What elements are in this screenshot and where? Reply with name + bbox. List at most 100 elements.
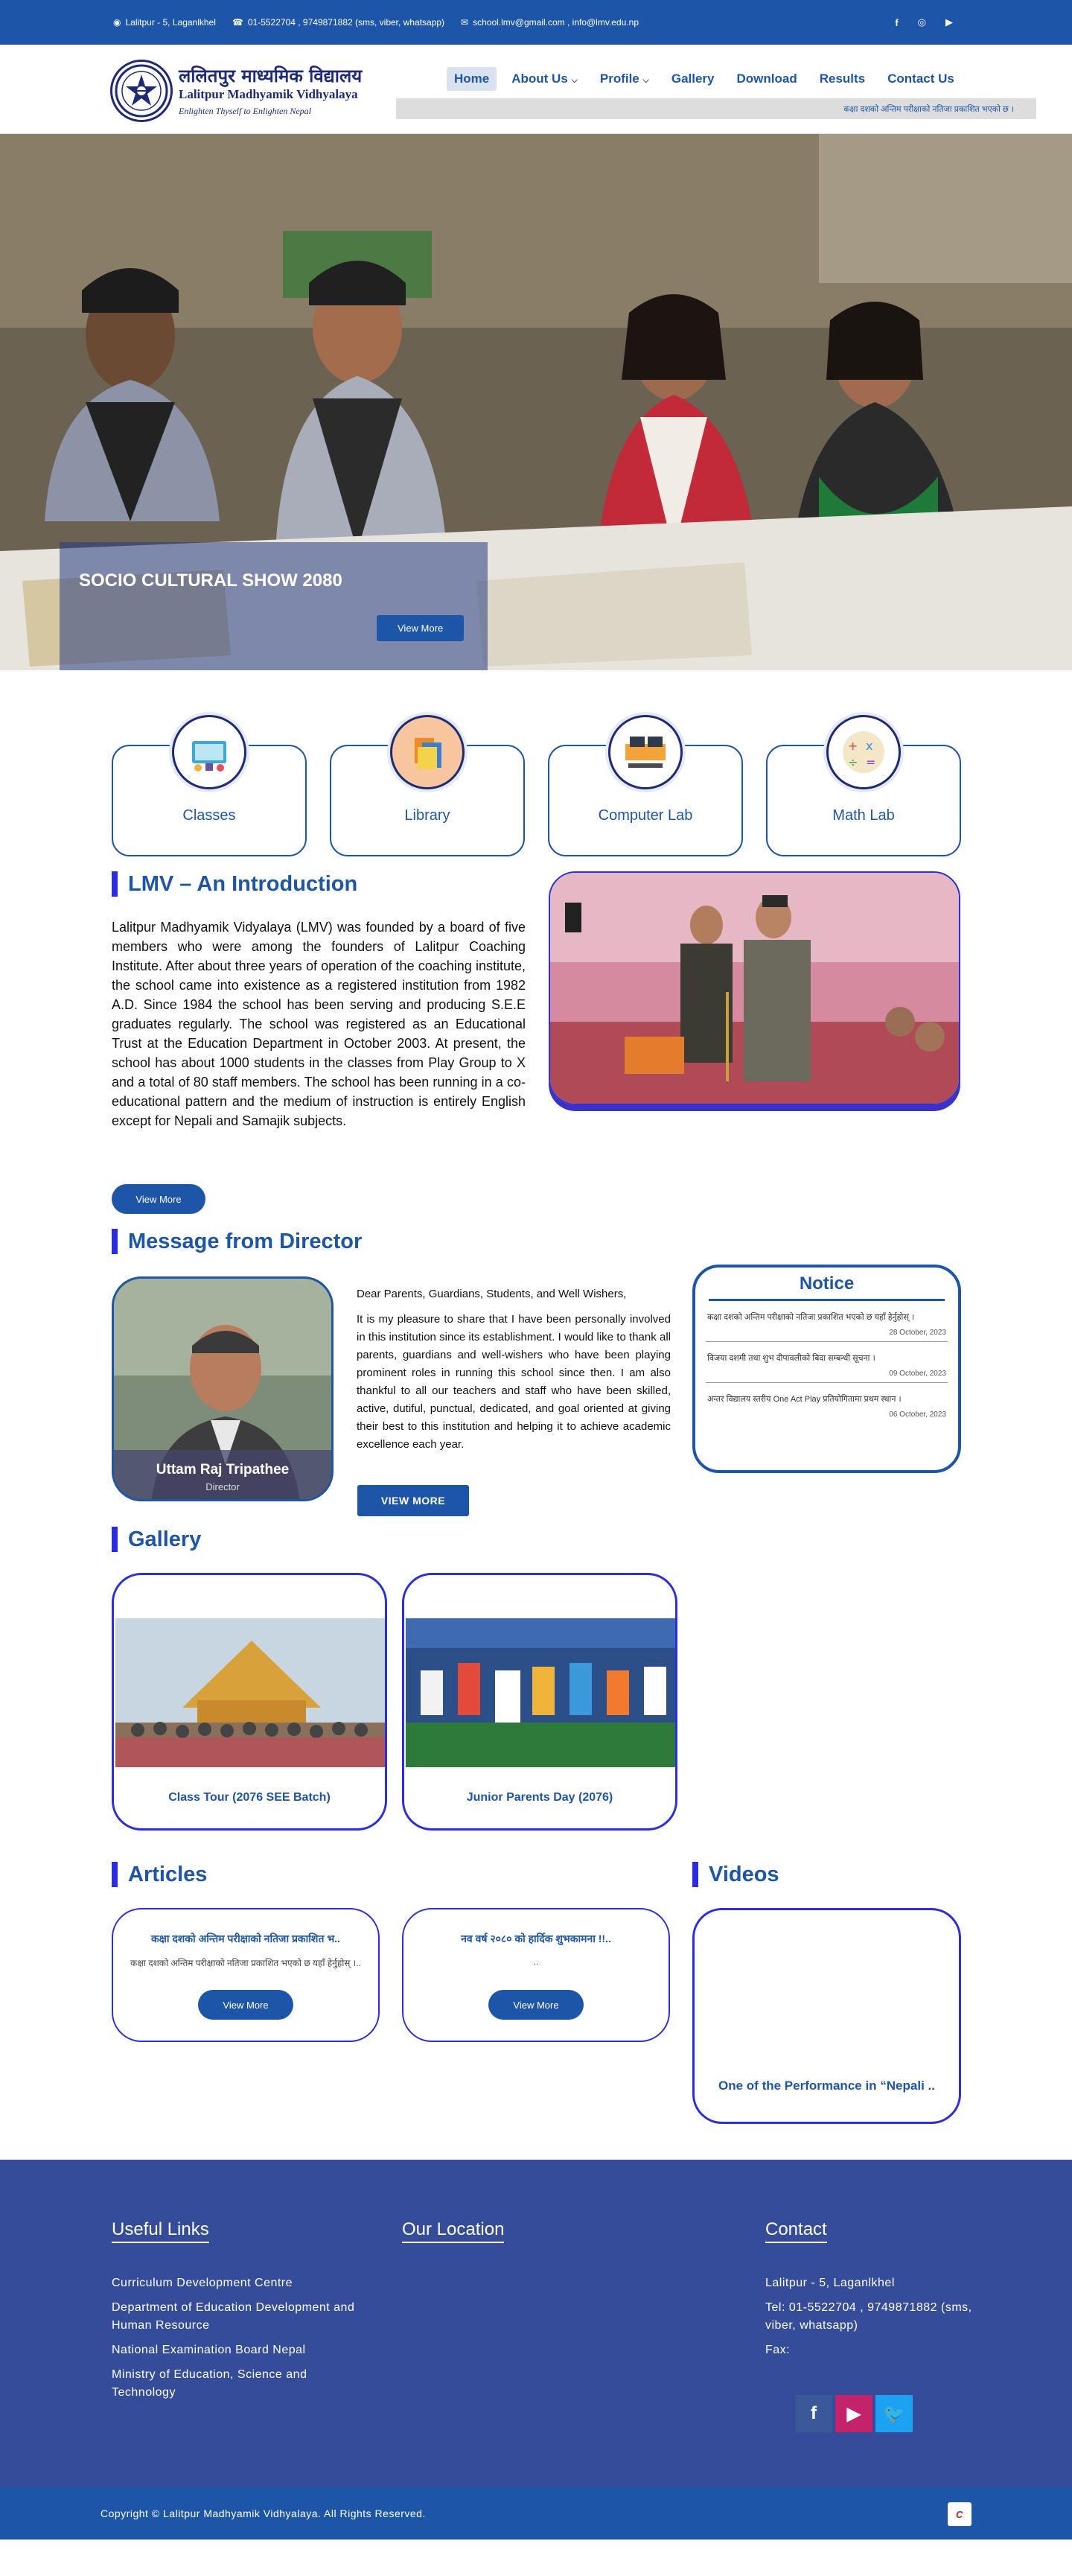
director-section: Message from Director Uttam Raj Tripathe… [0, 1229, 1072, 1527]
chevron-down-icon: ⌵ [642, 76, 649, 85]
facilities-section: Classes Library Computer Lab + x ÷ = Math L… [0, 670, 1072, 871]
notice-item[interactable]: कक्षा दशको अन्तिम परीक्षाको नतिजा प्रकाश… [706, 1301, 948, 1342]
nav-home[interactable]: Home [447, 67, 497, 91]
useful-links-title: Useful Links [112, 2219, 209, 2243]
contact-address: Lalitpur - 5, Laganlkhel [765, 2277, 895, 2289]
facility-card-computer-lab[interactable]: Computer Lab [548, 715, 743, 856]
gallery-image [406, 1618, 675, 1767]
notice-date: 09 October, 2023 [889, 1370, 946, 1378]
svg-text:=: = [866, 755, 875, 769]
articles-title: Articles [128, 1862, 208, 1886]
section-title: Articles [112, 1862, 207, 1887]
title-accent-bar [112, 1229, 118, 1254]
director-message-body: It is my pleasure to share that I have b… [357, 1313, 671, 1451]
facility-label: Library [404, 807, 450, 824]
youtube-icon[interactable]: ▶ [835, 2395, 872, 2432]
gallery-caption[interactable]: Class Tour (2076 SEE Batch) [114, 1791, 385, 1804]
email-item[interactable]: ✉ school.lmv@gmail.com , info@lmv.edu.np [461, 17, 639, 28]
article-excerpt: .. [533, 1956, 539, 1967]
article-card: नव वर्ष २०८० को हार्दिक शुभकामना !!.. ..… [402, 1908, 670, 2042]
contact-tel: Tel: 01-5522704 , 9749871882 (sms, viber… [765, 2301, 972, 2332]
school-logo[interactable]: ललितपुर माध्यमिक विद्यालय Lalitpur Madhy… [110, 58, 371, 124]
nav-results[interactable]: Results [812, 67, 872, 91]
section-title: Message from Director [112, 1229, 362, 1254]
article-title[interactable]: नव वर्ष २०८० को हार्दिक शुभकामना !!.. [403, 1932, 669, 1946]
address-text: Lalitpur - 5, Laganlkhel [125, 17, 216, 28]
notice-text[interactable]: अन्तर विद्यालय स्तरीय One Act Play प्रति… [707, 1393, 946, 1405]
section-title: Gallery [112, 1527, 201, 1552]
videos-title: Videos [709, 1862, 779, 1886]
facility-card-math-lab[interactable]: + x ÷ = Math Lab [766, 715, 961, 856]
facility-card-classes[interactable]: Classes [112, 715, 307, 856]
logo-nepali-name: ललितपुर माध्यमिक विद्यालय [179, 64, 363, 86]
director-card[interactable]: Uttam Raj Tripathee Director [112, 1276, 334, 1501]
school-emblem-icon [110, 60, 173, 122]
footer-link[interactable]: Department of Education Development and … [112, 2299, 365, 2335]
hero-caption: SOCIO CULTURAL SHOW 2080 View More [60, 542, 488, 670]
notice-text[interactable]: कक्षा दशको अन्तिम परीक्षाको नतिजा प्रकाश… [707, 1311, 946, 1323]
nav-download[interactable]: Download [730, 67, 805, 91]
section-title: LMV – An Introduction [112, 871, 357, 897]
title-accent-bar [112, 1862, 118, 1887]
facility-card-library[interactable]: Library [330, 715, 525, 856]
phone-text[interactable]: 01-5522704 , 9749871882 (sms, viber, wha… [248, 17, 444, 28]
notice-item[interactable]: विजया दशमी तथा शुभ दीपावलीको बिदा सम्बन्… [706, 1342, 948, 1383]
phone-item[interactable]: ☎ 01-5522704 , 9749871882 (sms, viber, wh… [232, 17, 444, 28]
footer-socials: f ▶ 🐦 [795, 2395, 913, 2432]
footer-link[interactable]: Curriculum Development Centre [112, 2274, 365, 2292]
gallery-card[interactable]: Junior Parents Day (2076) [402, 1573, 677, 1831]
email-text[interactable]: school.lmv@gmail.com , info@lmv.edu.np [473, 17, 639, 28]
useful-links-list: Curriculum Development Centre Department… [112, 2274, 365, 2408]
intro-photo [549, 871, 960, 1105]
facility-label: Computer Lab [598, 807, 693, 824]
facility-label: Math Lab [832, 807, 895, 824]
math-lab-icon: + x ÷ = [826, 715, 901, 789]
gallery-caption[interactable]: Junior Parents Day (2076) [404, 1791, 675, 1804]
news-ticker[interactable]: कक्षा दशको अन्तिम परीक्षाको नतिजा प्रकाश… [396, 98, 1036, 119]
developer-logo-icon[interactable]: C [948, 2502, 972, 2526]
nav-profile[interactable]: Profile ⌵ [593, 67, 657, 91]
footer-link[interactable]: Ministry of Education, Science and Techn… [112, 2366, 365, 2402]
director-message: Dear Parents, Guardians, Students, and W… [357, 1285, 671, 1454]
hero-view-more-button[interactable]: View More [377, 615, 465, 641]
director-section-title: Message from Director [128, 1229, 363, 1253]
notice-board: Notice कक्षा दशको अन्तिम परीक्षाको नतिजा… [692, 1265, 961, 1473]
director-name-overlay: Uttam Raj Tripathee Director [114, 1450, 331, 1499]
introduction-section: LMV – An Introduction Lalitpur Madhyamik… [0, 871, 1072, 1229]
contact-title: Contact [765, 2219, 827, 2243]
article-title[interactable]: कक्षा दशको अन्तिम परीक्षाको नतिजा प्रकाश… [113, 1932, 378, 1946]
section-title: Videos [692, 1862, 779, 1887]
intro-view-more-button[interactable]: View More [112, 1184, 205, 1214]
notice-item[interactable]: अन्तर विद्यालय स्तरीय One Act Play प्रति… [706, 1383, 948, 1423]
classes-icon [172, 715, 246, 789]
video-card[interactable]: One of the Performance in “Nepali .. [692, 1908, 961, 2124]
top-contact-bar: ◉ Lalitpur - 5, Laganlkhel ☎ 01-5522704 , … [0, 0, 1072, 45]
computer-lab-icon [608, 715, 683, 789]
top-socials: f ◎ ▶ [895, 0, 953, 45]
footer-link[interactable]: National Examination Board Nepal [112, 2341, 365, 2359]
title-accent-bar [112, 871, 118, 897]
facebook-icon[interactable]: f [795, 2395, 832, 2432]
youtube-icon[interactable]: ▶ [945, 16, 953, 28]
location-pin-icon: ◉ [113, 17, 121, 28]
article-view-more-button[interactable]: View More [198, 1990, 293, 2020]
video-caption[interactable]: One of the Performance in “Nepali .. [695, 2079, 959, 2093]
svg-text:x: x [866, 739, 872, 753]
director-view-more-button[interactable]: VIEW MORE [357, 1485, 469, 1516]
nav-about-us[interactable]: About Us ⌵ [504, 67, 585, 91]
contact-fax: Fax: [765, 2344, 791, 2356]
facebook-icon[interactable]: f [895, 17, 898, 28]
notice-text[interactable]: विजया दशमी तथा शुभ दीपावलीको बिदा सम्बन्… [707, 1352, 946, 1364]
gallery-image [115, 1618, 385, 1767]
article-view-more-button[interactable]: View More [488, 1990, 584, 2020]
article-excerpt: कक्षा दशको अन्तिम परीक्षाको नतिजा प्रकाश… [130, 1958, 361, 1968]
twitter-icon[interactable]: 🐦 [875, 2395, 913, 2432]
library-icon [390, 715, 465, 789]
gallery-card[interactable]: Class Tour (2076 SEE Batch) [112, 1573, 387, 1831]
instagram-icon[interactable]: ◎ [918, 16, 926, 28]
mail-icon: ✉ [461, 17, 469, 28]
nav-gallery[interactable]: Gallery [664, 67, 722, 91]
our-location-title: Our Location [402, 2219, 505, 2243]
nav-contact-us[interactable]: Contact Us [880, 67, 962, 91]
address-item: ◉ Lalitpur - 5, Laganlkhel [113, 17, 216, 28]
